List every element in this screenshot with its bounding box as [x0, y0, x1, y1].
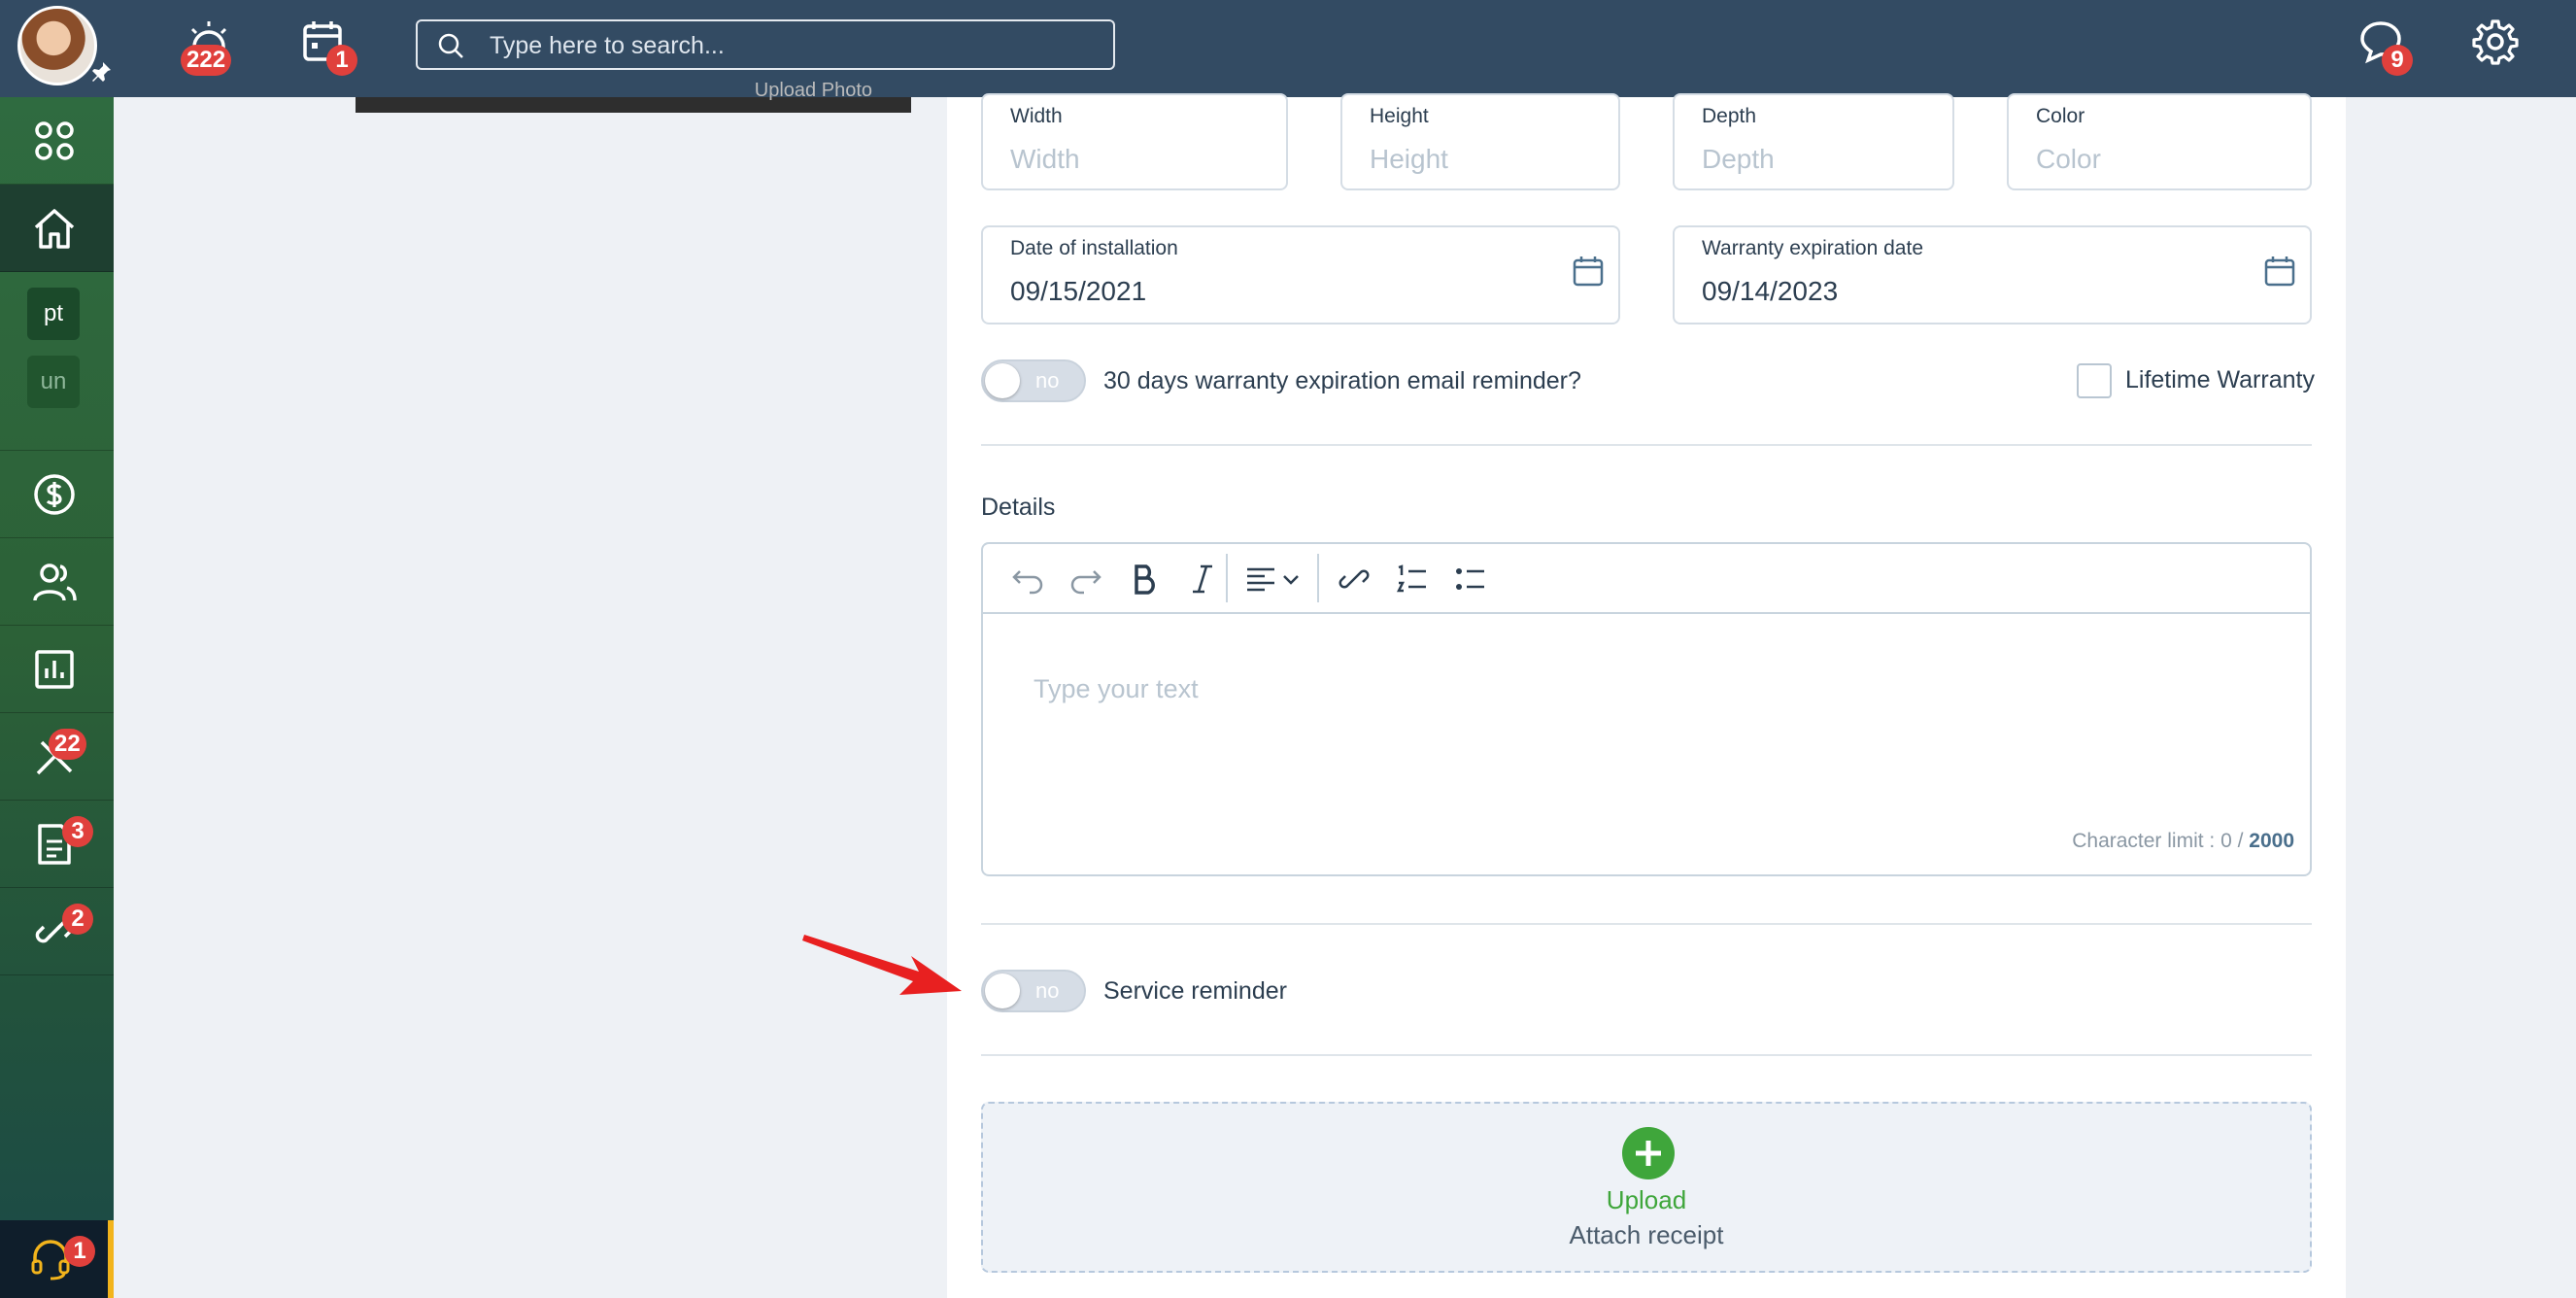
redo-icon[interactable]: [1068, 562, 1103, 597]
details-editor: Type your text Character limit : 0 / 200…: [981, 542, 2312, 876]
calendar-picker-icon[interactable]: [1572, 255, 1605, 288]
service-reminder-label: Service reminder: [1103, 977, 1287, 1005]
height-field[interactable]: Height Height: [1340, 93, 1620, 190]
depth-label: Depth: [1702, 105, 1757, 127]
lifetime-warranty-checkbox[interactable]: [2077, 363, 2112, 398]
sidebar-item-apps[interactable]: [0, 97, 114, 185]
service-reminder-toggle[interactable]: no: [981, 970, 1086, 1012]
background-upload-photo-panel: Upload Photo: [356, 80, 911, 113]
width-field[interactable]: Width Width: [981, 93, 1288, 190]
search-input[interactable]: [488, 29, 1094, 62]
depth-field[interactable]: Depth Depth: [1673, 93, 1954, 190]
upload-title: Upload: [1606, 1185, 1687, 1214]
upload-subtitle: Attach receipt: [1569, 1220, 1724, 1249]
sidebar-item-documents[interactable]: 3: [0, 801, 114, 888]
lifetime-warranty-label: Lifetime Warranty: [2125, 366, 2315, 393]
apps-grid-icon: [35, 121, 74, 160]
links-badge: 2: [62, 904, 93, 935]
details-placeholder[interactable]: Type your text: [1034, 674, 1199, 704]
installation-date-label: Date of installation: [1010, 237, 1178, 259]
toolbar-separator: [1317, 554, 1319, 602]
depth-placeholder: Depth: [1702, 144, 1775, 174]
home-icon: [34, 209, 75, 249]
bold-icon[interactable]: [1127, 562, 1162, 597]
color-placeholder: Color: [2036, 144, 2101, 174]
documents-badge: 3: [62, 816, 93, 847]
color-label: Color: [2036, 105, 2085, 127]
divider: [981, 1054, 2312, 1056]
search-box[interactable]: [416, 19, 1115, 70]
toggle-knob: [985, 974, 1020, 1008]
warranty-date-label: Warranty expiration date: [1702, 237, 1923, 259]
gear-icon[interactable]: [2471, 17, 2520, 66]
chevron-down-icon[interactable]: [1280, 562, 1302, 597]
installation-date-value: 09/15/2021: [1010, 276, 1147, 306]
sidebar-item-reports[interactable]: [0, 626, 114, 713]
bullet-list-icon[interactable]: [1453, 562, 1488, 597]
plus-circle-icon: [1622, 1127, 1675, 1179]
user-avatar[interactable]: [17, 6, 97, 85]
users-icon: [33, 564, 77, 601]
toggle-state: no: [1035, 368, 1060, 393]
undo-icon[interactable]: [1010, 562, 1045, 597]
warranty-reminder-toggle[interactable]: no: [981, 359, 1086, 402]
sidebar-item-home[interactable]: [0, 185, 114, 272]
pin-icon[interactable]: [89, 60, 113, 84]
editor-toolbar: [983, 544, 2310, 614]
details-heading: Details: [981, 494, 1056, 521]
warranty-date-value: 09/14/2023: [1702, 276, 1839, 306]
warranty-date-field[interactable]: Warranty expiration date 09/14/2023: [1673, 225, 2312, 324]
sidebar-item-customers[interactable]: [0, 538, 114, 626]
sidebar-item-billing[interactable]: [0, 451, 114, 538]
link-insert-icon[interactable]: [1337, 562, 1372, 597]
background-upload-photo-text: Upload Photo: [754, 80, 872, 101]
sidebar-workspaces: pt un: [0, 272, 114, 451]
character-limit-max: 2000: [2249, 830, 2294, 852]
italic-icon[interactable]: [1185, 562, 1220, 597]
height-placeholder: Height: [1370, 144, 1448, 174]
chat-badge: 9: [2382, 45, 2413, 76]
warranty-reminder-label: 30 days warranty expiration email remind…: [1103, 367, 1581, 394]
sidebar-item-links[interactable]: 2: [0, 888, 114, 975]
divider: [981, 923, 2312, 925]
ordered-list-icon[interactable]: [1395, 562, 1430, 597]
upload-receipt-dropzone[interactable]: Upload Attach receipt: [981, 1102, 2312, 1273]
sidebar: pt un 22 3 2: [0, 97, 114, 1298]
workspace-pt[interactable]: pt: [27, 288, 80, 340]
height-label: Height: [1370, 105, 1429, 127]
red-arrow-annotation: [802, 935, 962, 995]
toggle-knob: [985, 363, 1020, 398]
alarm-badge: 222: [181, 45, 232, 76]
help-badge: 1: [64, 1236, 95, 1267]
character-limit-text: Character limit : 0 /: [2072, 830, 2250, 852]
toggle-state: no: [1035, 978, 1060, 1003]
width-label: Width: [1010, 105, 1063, 127]
color-field[interactable]: Color Color: [2007, 93, 2312, 190]
divider: [981, 444, 2312, 446]
chart-icon: [35, 650, 74, 689]
calendar-badge: 1: [326, 45, 357, 76]
calendar-picker-icon[interactable]: [2263, 255, 2296, 288]
top-bar: 222 1 9: [0, 0, 2576, 97]
workspace-un[interactable]: un: [27, 356, 80, 408]
width-placeholder: Width: [1010, 144, 1080, 174]
installation-date-field[interactable]: Date of installation 09/15/2021: [981, 225, 1620, 324]
search-icon: [438, 33, 463, 58]
align-left-icon[interactable]: [1243, 562, 1278, 597]
jobs-badge: 22: [49, 729, 86, 760]
help-button[interactable]: 1: [0, 1220, 114, 1298]
toolbar-separator: [1226, 554, 1228, 602]
character-limit: Character limit : 0 / 2000: [2072, 830, 2294, 853]
dollar-icon: [34, 474, 75, 515]
sidebar-item-jobs[interactable]: 22: [0, 713, 114, 801]
